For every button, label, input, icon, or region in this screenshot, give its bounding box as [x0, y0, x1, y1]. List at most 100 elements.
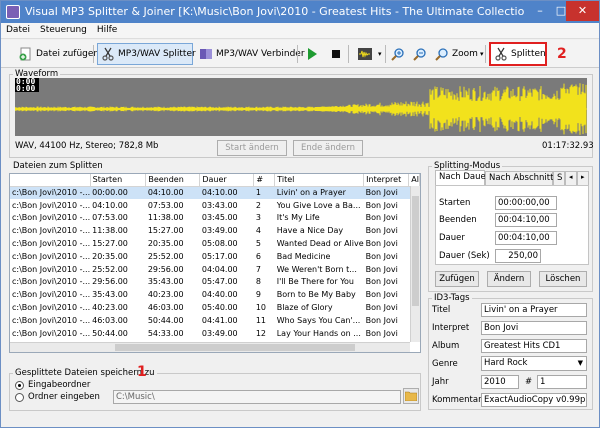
- menu-steuerung[interactable]: Steuerung: [35, 23, 92, 37]
- split-button[interactable]: Splitten: [489, 42, 547, 66]
- files-label: Dateien zum Splitten: [13, 161, 103, 171]
- files-grid: Starten Beenden Dauer # Titel Interpret …: [10, 174, 420, 352]
- cell-artist: Bon Jovi: [365, 213, 398, 223]
- tab-by-duration[interactable]: Nach Dauer: [435, 170, 489, 185]
- menu-datei[interactable]: Datei: [1, 23, 35, 37]
- cell-end: 20:35.00: [147, 239, 184, 249]
- cell-number: 8: [255, 277, 261, 287]
- add-files-label: Datei zufügen: [36, 49, 100, 59]
- minimize-button[interactable]: –: [529, 1, 551, 21]
- add-section-button[interactable]: Zufügen: [435, 271, 479, 287]
- toolbar-separator: [485, 45, 486, 63]
- toolbar: Datei zufügen MP3/WAV Splitter MP3/WAV V…: [1, 40, 599, 68]
- change-end-button[interactable]: Ende ändern: [293, 140, 363, 156]
- browse-folder-button[interactable]: [403, 388, 419, 404]
- splitter-mode-button[interactable]: MP3/WAV Splitter: [97, 43, 196, 65]
- zoom-in-icon: [391, 48, 404, 61]
- cell-number: 11: [255, 315, 266, 325]
- col-number[interactable]: #: [253, 174, 276, 187]
- cell-artist: Bon Jovi: [365, 315, 398, 325]
- track-number-input[interactable]: 1: [537, 375, 587, 389]
- scroll-thumb[interactable]: [115, 344, 355, 351]
- vertical-scrollbar[interactable]: [410, 186, 420, 342]
- waveform-icon: [358, 48, 372, 60]
- joiner-mode-button[interactable]: MP3/WAV Verbinder: [195, 43, 309, 65]
- col-end[interactable]: Beenden: [145, 174, 201, 187]
- close-button[interactable]: ✕: [566, 1, 599, 21]
- delete-section-button[interactable]: Löschen: [539, 271, 587, 287]
- cell-title: It's My Life: [276, 213, 320, 223]
- track-number-label: #: [525, 377, 533, 387]
- table-row[interactable]: c:\Bon Jovi\2010 -... 50:44.00 54:33.00 03:…: [10, 327, 420, 340]
- tab-scroll-right[interactable]: ▸: [577, 171, 589, 185]
- cell-file: c:\Bon Jovi\2010 -...: [12, 251, 91, 261]
- play-button[interactable]: [301, 43, 326, 65]
- table-row[interactable]: c:\Bon Jovi\2010 -... 29:56.00 35:43.00 05:…: [10, 276, 420, 289]
- cell-start: 15:27.00: [92, 239, 128, 249]
- table-row[interactable]: c:\Bon Jovi\2010 -... 15:27.00 20:35.00 05:…: [10, 237, 420, 250]
- stop-button[interactable]: [325, 43, 350, 65]
- cell-title: Livin' on a Prayer: [274, 186, 364, 199]
- horizontal-scrollbar[interactable]: [10, 342, 410, 352]
- end-input[interactable]: 00:04:10,00: [495, 213, 557, 227]
- scroll-thumb[interactable]: [412, 196, 419, 306]
- zoom-menu-button[interactable]: Zoom ▾: [431, 43, 487, 65]
- cell-duration: 04:04.00: [201, 264, 238, 274]
- col-file[interactable]: [10, 174, 91, 187]
- table-row[interactable]: c:\Bon Jovi\2010 -... 04:10.00 07:53.00 03:…: [10, 199, 420, 212]
- output-path-input[interactable]: C:\Music\: [113, 390, 401, 404]
- cell-title: Born to Be My Baby: [276, 290, 356, 300]
- tab-by-sections[interactable]: Nach Abschnitten: [485, 171, 564, 185]
- cell-end: 15:27.00: [147, 226, 184, 236]
- menu-hilfe[interactable]: Hilfe: [92, 23, 122, 37]
- cell-end: 25:52.00: [147, 251, 184, 261]
- waveform-graph: [15, 83, 587, 135]
- col-artist[interactable]: Interpret: [363, 174, 410, 187]
- genre-select[interactable]: Hard Rock ▼: [481, 356, 587, 371]
- play-icon: [308, 48, 317, 60]
- tab-scroll-left[interactable]: ◂: [565, 171, 577, 185]
- artist-input[interactable]: Bon Jovi: [481, 321, 587, 335]
- cell-start: 50:44.00: [92, 328, 128, 338]
- start-input[interactable]: 00:00:00,00: [495, 196, 557, 210]
- table-row[interactable]: c:\Bon Jovi\2010 -... 11:38.00 15:27.00 03:…: [10, 224, 420, 237]
- callout-marker-2: 2: [557, 46, 567, 62]
- table-row[interactable]: c:\Bon Jovi\2010 -... 35:43.00 40:23.00 04:…: [10, 288, 420, 301]
- table-row[interactable]: c:\Bon Jovi\2010 -... 46:03.00 50:44.00 04:…: [10, 314, 420, 327]
- col-title[interactable]: Titel: [274, 174, 365, 187]
- year-input[interactable]: 2010: [481, 375, 519, 389]
- cell-file: c:\Bon Jovi\2010 -...: [12, 264, 91, 274]
- table-row[interactable]: c:\Bon Jovi\2010 -... 07:53.00 11:38.00 03:…: [10, 212, 420, 225]
- add-files-button[interactable]: Datei zufügen: [15, 43, 103, 65]
- joiner-mode-label: MP3/WAV Verbinder: [216, 49, 305, 59]
- files-table[interactable]: Starten Beenden Dauer # Titel Interpret …: [9, 173, 421, 353]
- col-duration[interactable]: Dauer: [199, 174, 255, 187]
- cell-title: We Weren't Born t...: [276, 264, 357, 274]
- input-folder-label: Eingabeordner: [28, 380, 91, 390]
- zoom-label: Zoom: [452, 49, 478, 59]
- change-start-button[interactable]: Start ändern: [217, 140, 287, 156]
- col-album[interactable]: Al: [408, 174, 420, 187]
- comment-label: Kommentar: [432, 395, 482, 405]
- table-row[interactable]: c:\Bon Jovi\2010 -... 25:52.00 29:56.00 04:…: [10, 263, 420, 276]
- custom-folder-radio[interactable]: [15, 393, 24, 402]
- cell-duration: 05:08.00: [201, 239, 238, 249]
- comment-input[interactable]: ExactAudioCopy v0.99pb5: [481, 393, 587, 407]
- cell-duration: 04:10.00: [199, 186, 254, 199]
- cell-artist: Bon Jovi: [365, 251, 398, 261]
- waveform-view-button[interactable]: ▾: [351, 43, 386, 65]
- table-row[interactable]: c:\Bon Jovi\2010 -... 00:00.00 04:10.00 04:…: [10, 186, 420, 199]
- change-section-button[interactable]: Ändern: [487, 271, 531, 287]
- tab-more[interactable]: S: [553, 171, 565, 185]
- duration-input[interactable]: 00:04:10,00: [495, 231, 557, 245]
- table-row[interactable]: c:\Bon Jovi\2010 -... 40:23.00 46:03.00 05:…: [10, 301, 420, 314]
- input-folder-radio[interactable]: [15, 381, 24, 390]
- col-start[interactable]: Starten: [90, 174, 147, 187]
- album-input[interactable]: Greatest Hits CD1: [481, 339, 587, 353]
- table-row[interactable]: c:\Bon Jovi\2010 -... 20:35.00 25:52.00 05:…: [10, 250, 420, 263]
- cell-start: 46:03.00: [92, 315, 128, 325]
- title-input[interactable]: Livin' on a Prayer: [481, 303, 587, 317]
- duration-sec-input[interactable]: 250,00: [495, 249, 541, 263]
- toolbar-separator: [93, 45, 94, 63]
- waveform-display[interactable]: 0:00 0:00: [15, 78, 587, 136]
